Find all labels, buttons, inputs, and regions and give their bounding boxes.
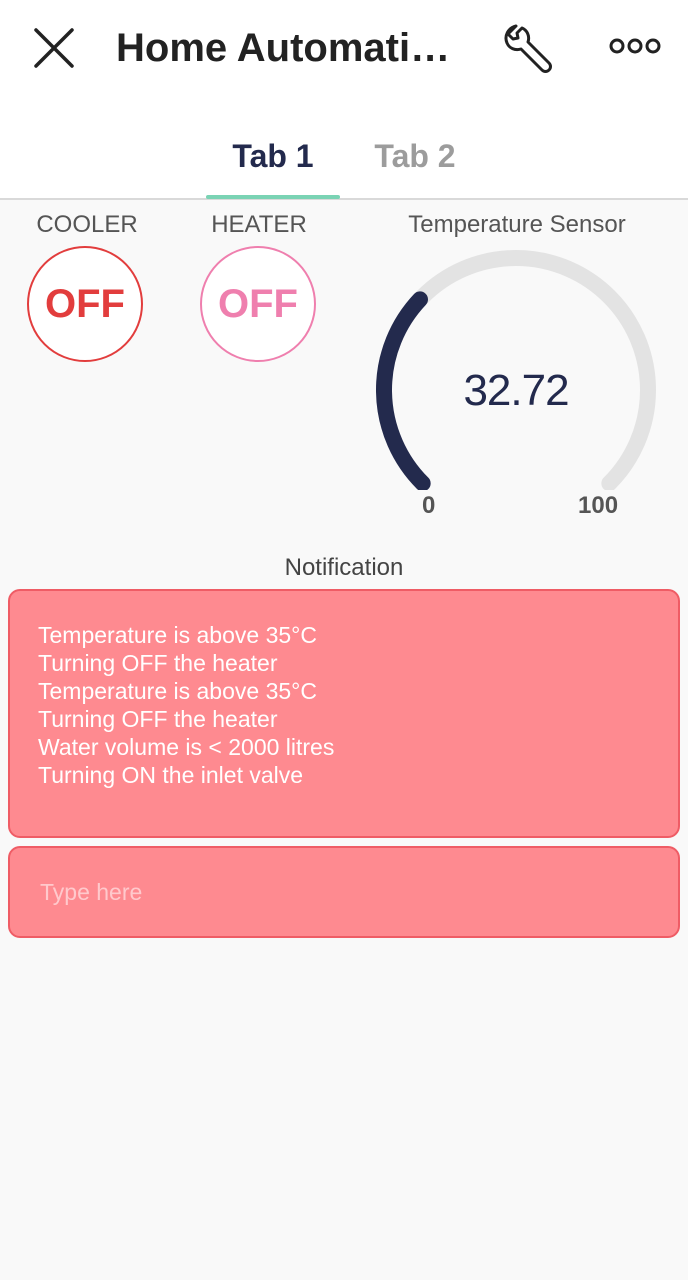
cooler-label: COOLER xyxy=(36,211,138,238)
wrench-icon xyxy=(504,24,552,73)
more-options-button[interactable] xyxy=(606,30,664,62)
temperature-sensor-label: Temperature Sensor xyxy=(408,211,626,238)
notification-title: Notification xyxy=(284,554,404,581)
terminal-input[interactable] xyxy=(38,877,650,907)
gauge-value: 32.72 xyxy=(463,366,569,415)
more-icon xyxy=(609,38,661,54)
gauge-min-label: 0 xyxy=(422,492,436,519)
temperature-gauge: 32.72 0 100 xyxy=(370,240,670,530)
close-icon xyxy=(34,28,74,68)
heater-toggle-button[interactable]: OFF xyxy=(200,246,316,362)
terminal-input-container[interactable] xyxy=(8,846,680,938)
settings-button[interactable] xyxy=(500,22,554,76)
terminal-line: Turning ON the inlet valve xyxy=(38,762,304,788)
terminal-line: Turning OFF the heater xyxy=(38,650,278,676)
terminal-line: Turning OFF the heater xyxy=(38,706,278,732)
terminal-line: Temperature is above 35°C xyxy=(38,678,317,704)
gauge-arc xyxy=(376,250,656,492)
heater-label: HEATER xyxy=(211,211,307,238)
tab-2[interactable]: Tab 2 xyxy=(360,136,470,176)
app-title: Home Automati… xyxy=(116,26,451,70)
gauge-max-label: 100 xyxy=(578,492,619,519)
tab-1[interactable]: Tab 1 xyxy=(206,136,340,176)
close-button[interactable] xyxy=(28,22,80,74)
notification-terminal[interactable]: Temperature is above 35°C Turning OFF th… xyxy=(8,589,680,838)
terminal-line: Water volume is < 2000 litres xyxy=(38,734,335,760)
active-tab-indicator xyxy=(206,195,340,199)
terminal-line: Temperature is above 35°C xyxy=(38,622,317,648)
cooler-toggle-button[interactable]: OFF xyxy=(27,246,143,362)
top-app-bar: Home Automati… Tab 1 Tab 2 xyxy=(0,0,688,200)
